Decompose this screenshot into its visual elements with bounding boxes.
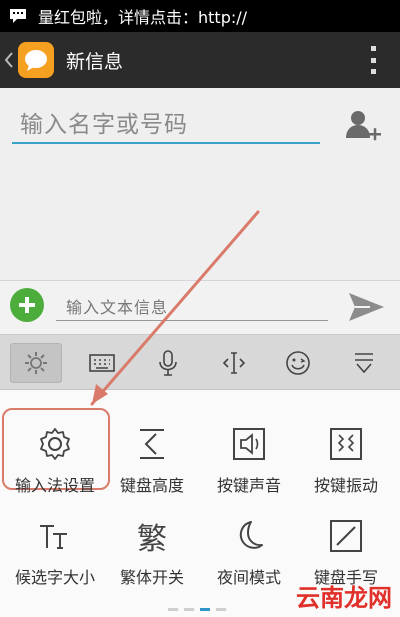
send-icon[interactable] <box>346 287 386 327</box>
setting-night-mode[interactable]: 夜间模式 <box>199 502 299 594</box>
setting-traditional-toggle[interactable]: 繁 繁体开关 <box>102 502 202 594</box>
page-dot <box>184 608 194 611</box>
page-dot <box>216 608 226 611</box>
text-cursor-icon[interactable] <box>208 343 260 383</box>
keyboard-height-icon <box>132 424 172 464</box>
keyboard-icon[interactable] <box>76 343 128 383</box>
add-attachment-icon[interactable] <box>10 288 44 322</box>
traditional-chinese-icon: 繁 <box>137 522 167 557</box>
status-bar: 量红包啦，详情点击：http:// <box>0 0 400 32</box>
compose-area: 输入文本信息 <box>0 280 400 334</box>
recipient-input[interactable]: 输入名字或号码 <box>12 102 320 144</box>
microphone-icon[interactable] <box>142 343 194 383</box>
settings-panel: 输入法设置 键盘高度 按键声音 按键振动 候选字大小 繁 繁体开关 夜间模式 键… <box>0 390 400 617</box>
setting-key-sound[interactable]: 按键声音 <box>199 410 299 502</box>
gear-icon[interactable] <box>10 343 62 383</box>
notification-text[interactable]: 量红包啦，详情点击：http:// <box>38 4 247 28</box>
add-contact-icon[interactable] <box>342 106 382 146</box>
gear-icon <box>35 424 75 464</box>
setting-label: 按键振动 <box>313 476 378 495</box>
collapse-keyboard-icon[interactable] <box>338 343 390 383</box>
vibration-icon <box>326 424 366 464</box>
setting-candidate-size[interactable]: 候选字大小 <box>5 502 105 594</box>
setting-label: 键盘高度 <box>119 476 184 495</box>
page-dot-active <box>200 608 210 611</box>
page-indicator <box>168 608 226 611</box>
page-dot <box>168 608 178 611</box>
action-bar: 新信息 <box>0 32 400 88</box>
setting-key-vibration[interactable]: 按键振动 <box>296 410 396 502</box>
chat-notification-icon <box>8 7 30 25</box>
message-input[interactable]: 输入文本信息 <box>56 291 328 321</box>
setting-label: 按键声音 <box>216 476 281 495</box>
message-placeholder: 输入文本信息 <box>66 297 169 317</box>
speaker-icon <box>229 424 269 464</box>
setting-label: 繁体开关 <box>119 568 184 587</box>
setting-keyboard-height[interactable]: 键盘高度 <box>102 410 202 502</box>
setting-label: 夜间模式 <box>216 568 281 587</box>
moon-icon <box>229 516 269 556</box>
keyboard-toolbar <box>0 334 400 390</box>
back-chevron-icon[interactable] <box>2 32 16 88</box>
handwriting-icon <box>326 516 366 556</box>
watermark: 云南龙网 <box>296 583 392 612</box>
overflow-menu-icon[interactable] <box>368 46 378 74</box>
setting-input-method[interactable]: 输入法设置 <box>5 410 105 502</box>
messaging-app-icon[interactable] <box>18 42 54 78</box>
recipient-placeholder: 输入名字或号码 <box>20 112 188 138</box>
setting-label: 输入法设置 <box>14 476 95 495</box>
font-size-icon <box>35 516 75 556</box>
recipient-area: 输入名字或号码 <box>0 88 400 280</box>
setting-label: 候选字大小 <box>14 568 95 587</box>
emoji-icon[interactable] <box>272 343 324 383</box>
page-title: 新信息 <box>66 50 124 73</box>
